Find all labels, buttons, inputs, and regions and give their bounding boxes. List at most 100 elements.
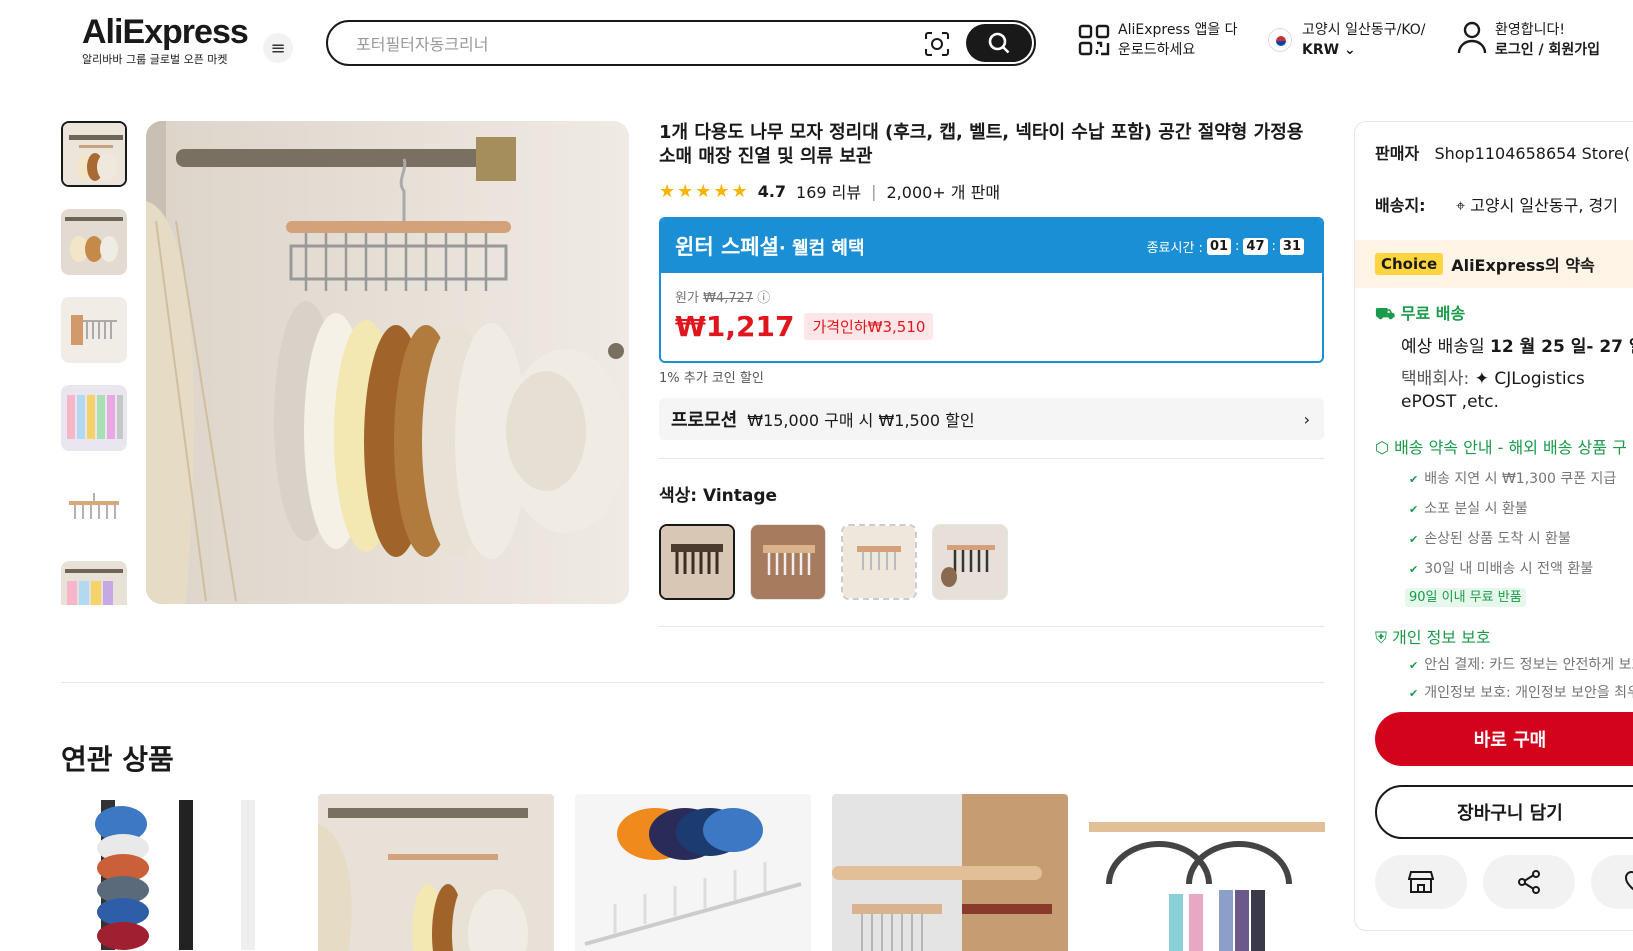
buy-now-button[interactable]: 바로 구매 xyxy=(1375,712,1633,766)
deal-box: 윈터 스페셜· 웰컴 혜택 종료시간 : 01: 47: 31 원가 ₩4,72… xyxy=(659,217,1324,363)
deal-body: 원가 ₩4,727 ⓘ ₩1,217 가격인하₩3,510 xyxy=(661,273,1322,361)
promotion-text: ₩15,000 구매 시 ₩1,500 할인 xyxy=(747,411,975,430)
heart-icon xyxy=(1625,871,1633,891)
ship-to-label: 배송지: xyxy=(1375,196,1426,215)
promise-item: 배송 지연 시 ₩1,300 쿠폰 지급 xyxy=(1424,471,1617,487)
choice-badge: Choice xyxy=(1375,253,1444,275)
thumbnail[interactable] xyxy=(61,473,127,539)
original-label: 원가 xyxy=(675,291,699,306)
discount-badge: 가격인하₩3,510 xyxy=(804,313,934,340)
rating-score: 4.7 xyxy=(757,181,787,201)
related-product-card[interactable] xyxy=(318,794,554,951)
deal-subtitle: · 웰컴 혜택 xyxy=(778,238,865,259)
logo-text: AliExpress xyxy=(82,13,249,51)
sold-count: 2,000+ 개 판매 xyxy=(886,183,1001,202)
divider xyxy=(61,682,1324,683)
star-rating-icon: ★★★★★ xyxy=(659,180,750,202)
divider xyxy=(659,458,1324,459)
app-download-line2: 운로드하세요 xyxy=(1118,42,1196,58)
privacy-shield-icon: ⛨ xyxy=(1375,628,1388,647)
thumbnail[interactable] xyxy=(61,561,127,605)
free-return-badge: 90일 이내 무료 반품 xyxy=(1405,588,1526,607)
sale-price: ₩1,217 xyxy=(675,310,795,343)
search-input[interactable] xyxy=(356,32,876,56)
add-to-cart-button[interactable]: 장바구니 담기 xyxy=(1375,785,1633,839)
truck-icon: ⛟ xyxy=(1375,304,1396,323)
locale-selector[interactable]: 고양시 일산동구/KO/ KRW ⌄ xyxy=(1268,20,1425,60)
ship-to-location[interactable]: 고양시 일산동구, 경기 xyxy=(1470,196,1618,215)
thumbnail-list xyxy=(61,121,129,605)
seller-label: 판매자 xyxy=(1375,144,1420,163)
header: AliExpress 알리바바 그룹 글로벌 오픈 마켓 ≡ AliExpres… xyxy=(0,0,1633,88)
info-icon[interactable]: ⓘ xyxy=(757,291,770,306)
free-shipping-text: 무료 배송 xyxy=(1400,304,1466,323)
related-product-card[interactable] xyxy=(1089,794,1325,951)
thumbnail[interactable] xyxy=(61,209,127,275)
search-bar xyxy=(326,20,1036,66)
currency-text: KRW xyxy=(1302,42,1340,58)
countdown-timer: 종료시간 : 01: 47: 31 xyxy=(1147,237,1308,256)
share-icon xyxy=(1518,870,1540,894)
promotion-bar[interactable]: 프로모션 ₩15,000 구매 시 ₩1,500 할인 › xyxy=(659,398,1324,440)
user-icon xyxy=(1457,21,1487,54)
purchase-panel: 판매자 Shop1104658654 Store( 배송지: ⌖ 고양시 일산동… xyxy=(1354,121,1633,931)
app-download[interactable]: AliExpress 앱을 다 운로드하세요 xyxy=(1078,20,1238,60)
related-product-card[interactable] xyxy=(575,794,811,951)
color-swatch-3[interactable] xyxy=(841,524,917,600)
chevron-down-icon: ⌄ xyxy=(1343,42,1356,58)
share-button[interactable] xyxy=(1483,855,1575,909)
carrier-2: ePOST ,etc. xyxy=(1401,392,1499,412)
thumbnail[interactable] xyxy=(61,297,127,363)
carrier-name: CJLogistics xyxy=(1494,369,1585,389)
store-icon xyxy=(1408,871,1434,893)
product-title: 1개 다용도 나무 모자 정리대 (후크, 캡, 벨트, 넥타이 수납 포함) … xyxy=(659,122,1304,167)
rating-row: ★★★★★ 4.7 169 리뷰 | 2,000+ 개 판매 xyxy=(659,179,1324,203)
delivery-date: 12 월 25 일- 27 일 xyxy=(1490,337,1633,357)
original-price: ₩4,727 xyxy=(703,291,754,306)
search-icon xyxy=(988,32,1010,54)
delivery-promise-title[interactable]: 배송 약속 안내 - 해외 배송 상품 구 xyxy=(1394,438,1627,457)
login-link[interactable]: 로그인 / 회원가입 xyxy=(1495,40,1600,60)
related-product-card[interactable] xyxy=(832,794,1068,951)
korea-flag-icon xyxy=(1268,28,1292,52)
color-swatches xyxy=(659,524,1324,600)
color-swatch-2[interactable] xyxy=(750,524,826,600)
aliexpress-logo[interactable]: AliExpress 알리바바 그룹 글로벌 오픈 마켓 xyxy=(82,13,249,67)
color-swatch-vintage[interactable] xyxy=(659,524,735,600)
location-text: 고양시 일산동구/KO/ xyxy=(1302,22,1426,38)
coin-discount: 1% 추가 코인 할인 xyxy=(659,371,764,386)
privacy-title[interactable]: 개인 정보 보호 xyxy=(1392,628,1491,647)
shield-icon: ⬡ xyxy=(1375,438,1389,457)
timer-seconds: 31 xyxy=(1279,237,1304,255)
thumbnail[interactable] xyxy=(61,385,127,451)
promise-item: 30일 내 미배송 시 전액 환불 xyxy=(1424,561,1594,577)
timer-hours: 01 xyxy=(1206,237,1232,255)
timer-minutes: 47 xyxy=(1243,237,1268,255)
color-swatch-4[interactable] xyxy=(932,524,1008,600)
promotion-tag: 프로모션 xyxy=(671,410,738,431)
wishlist-button[interactable] xyxy=(1591,855,1633,909)
logo-subtitle: 알리바바 그룹 글로벌 오픈 마켓 xyxy=(82,53,228,66)
deal-title: 윈터 스페셜 xyxy=(675,235,779,259)
thumbnail[interactable] xyxy=(61,121,127,187)
review-count[interactable]: 169 리뷰 xyxy=(796,179,861,203)
seller-name[interactable]: Shop1104658654 Store( xyxy=(1434,144,1630,163)
promise-item: 소포 분실 시 환불 xyxy=(1424,501,1528,517)
search-button[interactable] xyxy=(966,24,1032,62)
location-pin-icon: ⌖ xyxy=(1456,196,1466,215)
related-product-card[interactable] xyxy=(61,794,297,951)
privacy-item: 개인정보 보호: 개인정보 보안을 최우 xyxy=(1424,685,1633,701)
related-products-list xyxy=(61,794,1346,951)
choice-bar: Choice AliExpress의 약속 xyxy=(1355,240,1633,288)
carrier-label: 택배회사: xyxy=(1401,369,1470,389)
main-product-image[interactable] xyxy=(146,121,629,604)
greeting-text: 환영합니다! xyxy=(1495,22,1566,38)
account-menu[interactable]: 환영합니다! 로그인 / 회원가입 xyxy=(1457,20,1600,60)
qr-code-icon xyxy=(1078,24,1110,56)
camera-search-icon[interactable] xyxy=(924,31,950,57)
chevron-right-icon: › xyxy=(1303,409,1310,429)
store-button[interactable] xyxy=(1375,855,1467,909)
separator: | xyxy=(871,181,877,201)
delivery-prefix: 예상 배송일 xyxy=(1401,337,1491,357)
menu-icon[interactable]: ≡ xyxy=(263,33,293,63)
